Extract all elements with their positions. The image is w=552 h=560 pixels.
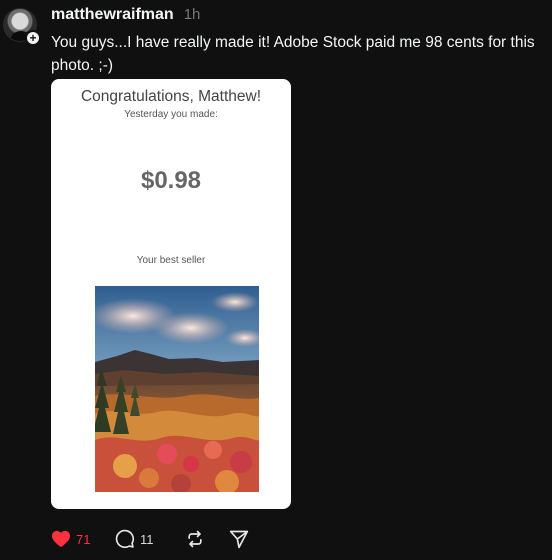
like-button[interactable]: 71 [51,530,115,548]
post-header: matthewraifman 1h [51,6,200,24]
send-icon [229,530,249,549]
plus-icon: + [29,31,37,45]
follow-plus-button[interactable]: + [25,30,41,46]
mountain-landscape-photo [95,286,259,492]
reply-button[interactable]: 11 [115,529,185,549]
thread-post: + matthewraifman 1h You guys...I have re… [0,0,552,560]
post-text: You guys...I have really made it! Adobe … [51,34,535,74]
repost-button[interactable] [185,529,229,549]
username[interactable]: matthewraifman [51,6,174,24]
attached-image-card[interactable]: Congratulations, Matthew! Yesterday you … [51,79,291,509]
like-count: 71 [76,531,91,547]
card-subtitle: Yesterday you made: [124,109,218,120]
timestamp: 1h [183,6,201,23]
comment-icon [115,529,135,549]
post-actions: 71 11 [51,528,249,550]
heart-icon [52,530,70,548]
best-seller-label: Your best seller [136,255,206,266]
earnings-amount: $0.98 [140,167,202,194]
card-title: Congratulations, Matthew! [80,88,262,105]
share-button[interactable] [229,529,249,549]
avatar-container: + [3,8,41,46]
repost-icon [188,530,202,548]
reply-count: 11 [140,531,154,547]
